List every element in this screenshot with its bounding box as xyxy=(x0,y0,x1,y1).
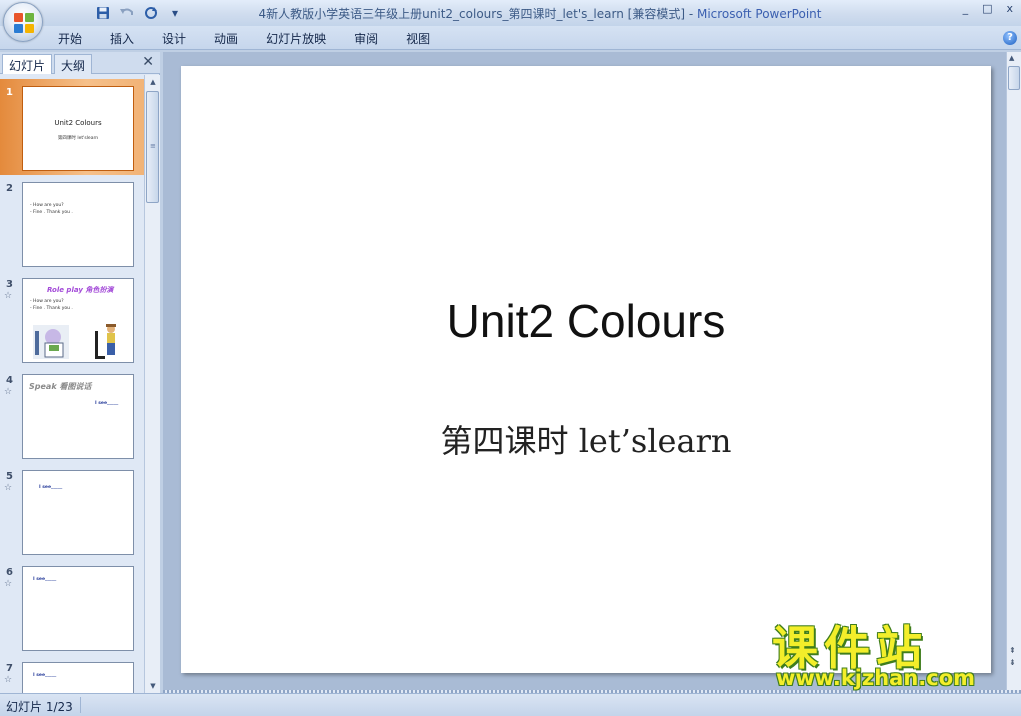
window-controls: _ □ x xyxy=(963,2,1013,15)
slides-panel: 幻灯片 大纲 ✕ 1 Unit2 Colours 第四课时 let'slearn… xyxy=(0,52,160,693)
slide-thumbnail-4[interactable]: 4 ☆ Speak 看图说话 I see_____ xyxy=(0,367,144,463)
scroll-up-icon[interactable]: ▲ xyxy=(1009,54,1014,62)
window-title: 4新人教版小学英语三年级上册unit2_colours_第四课时_let's_l… xyxy=(150,5,930,22)
tab-home[interactable]: 开始 xyxy=(58,30,82,47)
previous-slide-icon[interactable]: ⇞ xyxy=(1009,646,1016,655)
animation-star-icon: ☆ xyxy=(4,483,13,493)
slide-thumbnail-list: 1 Unit2 Colours 第四课时 let'slearn 2 - How … xyxy=(0,75,144,693)
tab-design[interactable]: 设计 xyxy=(162,30,186,47)
status-divider xyxy=(80,697,81,713)
slide-title[interactable]: Unit2 Colours xyxy=(181,294,991,348)
slide-preview[interactable]: - How are you? - Fine . Thank you . xyxy=(22,182,134,267)
thumb-title: Unit2 Colours xyxy=(54,119,102,127)
maximize-button[interactable]: □ xyxy=(982,2,992,15)
scroll-down-icon[interactable]: ▼ xyxy=(147,680,159,692)
app-name: Microsoft PowerPoint xyxy=(696,7,822,21)
buzz-lightyear-image xyxy=(33,325,69,359)
animation-star-icon: ☆ xyxy=(4,579,13,589)
panel-scrollbar[interactable]: ▲ ≡ ▼ xyxy=(144,75,160,693)
thumb-text-line: - How are you? xyxy=(30,299,64,304)
help-icon[interactable]: ? xyxy=(1003,31,1017,45)
slide-number: 1 xyxy=(6,87,13,98)
grip-icon: ≡ xyxy=(150,142,156,150)
thumb-text-line: - How are you? xyxy=(30,203,64,208)
office-logo-icon xyxy=(14,13,34,33)
slide-number: 3 xyxy=(6,279,13,290)
panel-tabs: 幻灯片 大纲 ✕ xyxy=(0,52,160,74)
slide-number: 5 xyxy=(6,471,13,482)
slide-preview[interactable]: Speak 看图说话 I see_____ xyxy=(22,374,134,459)
slide-subtitle[interactable]: 第四课时 let’slearn xyxy=(181,416,991,462)
thumb-wordart: Role play 角色扮演 xyxy=(47,286,114,294)
thumb-blank-text: I see_____ xyxy=(33,673,57,678)
office-button[interactable] xyxy=(3,2,43,42)
minimize-button[interactable]: _ xyxy=(963,2,969,15)
document-name: 4新人教版小学英语三年级上册unit2_colours_第四课时_let's_l… xyxy=(258,7,697,21)
animation-star-icon: ☆ xyxy=(4,291,13,301)
slide-preview[interactable]: I see_____ xyxy=(22,662,134,693)
title-bar: ▾ 4新人教版小学英语三年级上册unit2_colours_第四课时_let's… xyxy=(0,0,1021,26)
thumb-text-line: - Fine . Thank you . xyxy=(30,306,73,311)
thumb-text-line: - Fine . Thank you . xyxy=(30,210,73,215)
slide-thumbnail-1[interactable]: 1 Unit2 Colours 第四课时 let'slearn xyxy=(0,79,144,175)
undo-icon[interactable] xyxy=(118,4,136,22)
slide-thumbnail-7[interactable]: 7 ☆ I see_____ xyxy=(0,655,144,693)
ribbon: 开始 插入 设计 动画 幻灯片放映 审阅 视图 ? xyxy=(0,26,1021,50)
close-button[interactable]: x xyxy=(1006,2,1013,15)
slide-thumbnail-6[interactable]: 6 ☆ I see_____ xyxy=(0,559,144,655)
thumb-subtitle: 第四课时 let'slearn xyxy=(57,136,99,141)
scroll-up-icon[interactable]: ▲ xyxy=(147,76,159,88)
thumb-blank-text: I see_____ xyxy=(33,577,57,582)
slide-number: 2 xyxy=(6,183,13,194)
slide-preview[interactable]: I see_____ xyxy=(22,566,134,651)
slide-counter: 幻灯片 1/23 xyxy=(6,700,73,714)
tab-slides[interactable]: 幻灯片 xyxy=(2,54,53,74)
tab-view[interactable]: 视图 xyxy=(406,30,430,47)
next-slide-icon[interactable]: ⇟ xyxy=(1009,658,1016,667)
animation-star-icon: ☆ xyxy=(4,387,13,397)
scroll-thumb[interactable]: ≡ xyxy=(146,91,159,203)
status-bar: 幻灯片 1/23 xyxy=(0,693,1021,716)
slide-editor: Unit2 Colours 第四课时 let’slearn xyxy=(163,52,1006,690)
thumb-wordart: Speak 看图说话 xyxy=(29,382,92,391)
close-icon[interactable]: ✕ xyxy=(142,54,154,70)
tab-insert[interactable]: 插入 xyxy=(110,30,134,47)
thumb-blank-text: I see_____ xyxy=(39,485,63,490)
slide-preview[interactable]: Unit2 Colours 第四课时 let'slearn xyxy=(22,86,134,171)
thumb-blank-text: I see_____ xyxy=(95,401,119,406)
scroll-thumb[interactable] xyxy=(1008,66,1020,90)
slide-preview[interactable]: I see_____ xyxy=(22,470,134,555)
slide-preview[interactable]: Role play 角色扮演 - How are you? - Fine . T… xyxy=(22,278,134,363)
animation-star-icon: ☆ xyxy=(4,675,13,685)
save-icon[interactable] xyxy=(94,4,112,22)
woody-image xyxy=(95,324,116,359)
ribbon-tabs: 开始 插入 设计 动画 幻灯片放映 审阅 视图 xyxy=(58,30,458,47)
tab-review[interactable]: 审阅 xyxy=(354,30,378,47)
slide-thumbnail-2[interactable]: 2 - How are you? - Fine . Thank you . xyxy=(0,175,144,271)
slide-number: 7 xyxy=(6,663,13,674)
watermark-url: www.kjzhan.com xyxy=(776,666,976,690)
slide-thumbnail-3[interactable]: 3 ☆ Role play 角色扮演 - How are you? - Fine… xyxy=(0,271,144,367)
slide-thumbnail-5[interactable]: 5 ☆ I see_____ xyxy=(0,463,144,559)
slide-number: 6 xyxy=(6,567,13,578)
tab-outline[interactable]: 大纲 xyxy=(54,54,93,74)
slide-number: 4 xyxy=(6,375,13,386)
tab-animations[interactable]: 动画 xyxy=(214,30,238,47)
current-slide[interactable]: Unit2 Colours 第四课时 let’slearn xyxy=(181,66,991,673)
editor-scrollbar[interactable]: ▲ ⇞ ⇟ xyxy=(1006,52,1021,690)
tab-slideshow[interactable]: 幻灯片放映 xyxy=(266,30,326,47)
